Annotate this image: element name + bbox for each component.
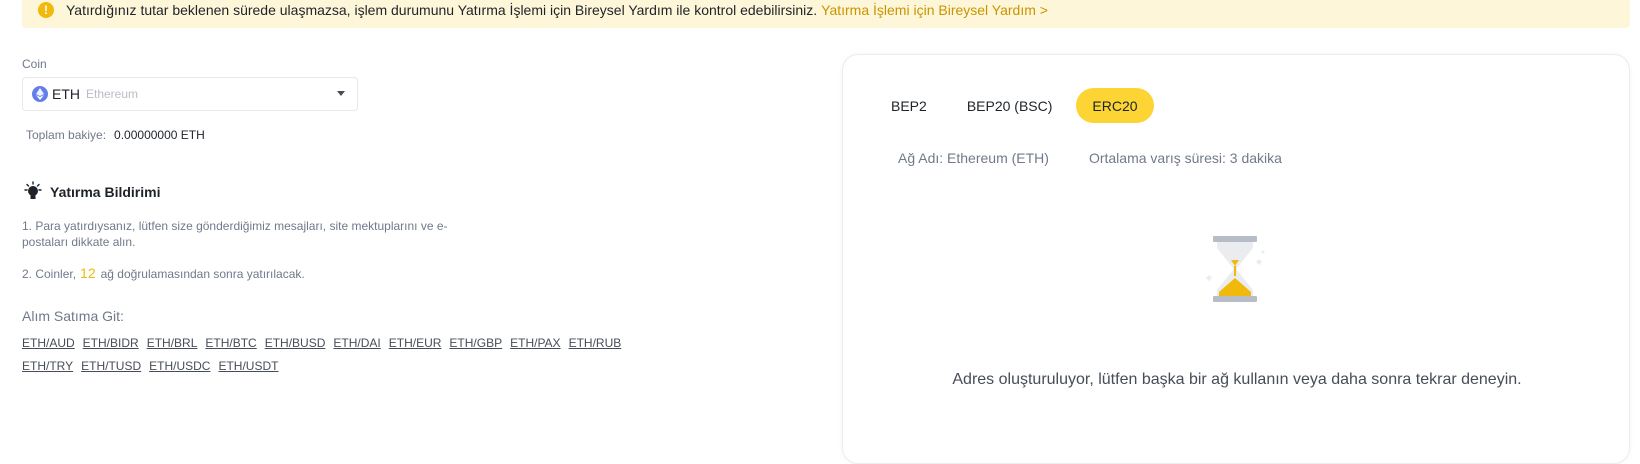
tab-bep2[interactable]: BEP2 xyxy=(875,88,943,123)
deposit-notice-heading: Yatırma Bildirimi xyxy=(22,181,160,203)
trade-pair-link[interactable]: ETH/TRY xyxy=(22,359,73,374)
coin-label: Coin xyxy=(22,57,47,71)
lightbulb-icon xyxy=(24,181,42,199)
tab-bep20-bsc[interactable]: BEP20 (BSC) xyxy=(951,88,1069,123)
warning-icon: ! xyxy=(38,2,54,18)
coin-name: Ethereum xyxy=(86,87,139,101)
trade-pair-links: ETH/AUD ETH/BIDR ETH/BRL ETH/BTC ETH/BUS… xyxy=(22,336,662,374)
network-name: Ağ Adı: Ethereum (ETH) xyxy=(898,150,1049,166)
trade-pair-link[interactable]: ETH/PAX xyxy=(510,336,560,351)
notice-item-2: 2. Coinler, 12 ağ doğrulamasından sonra … xyxy=(22,265,305,281)
trade-pair-link[interactable]: ETH/AUD xyxy=(22,336,75,351)
trade-pair-link[interactable]: ETH/USDC xyxy=(149,359,210,374)
trade-pair-link[interactable]: ETH/BUSD xyxy=(265,336,326,351)
banner-text: Yatırdığınız tutar beklenen sürede ulaşm… xyxy=(66,2,818,18)
notice-item-2-suffix: ağ doğrulamasından sonra yatırılacak. xyxy=(100,267,305,281)
network-tabs: BEP2 BEP20 (BSC) ERC20 xyxy=(875,88,1154,123)
trade-pair-link[interactable]: ETH/RUB xyxy=(569,336,622,351)
trade-pair-link[interactable]: ETH/BRL xyxy=(147,336,198,351)
trade-pair-link[interactable]: ETH/GBP xyxy=(449,336,502,351)
notice-item-1: 1. Para yatırdıysanız, lütfen size gönde… xyxy=(22,219,448,249)
confirmation-count: 12 xyxy=(80,265,96,281)
network-info: Ağ Adı: Ethereum (ETH) Ortalama varış sü… xyxy=(898,150,1282,166)
tab-erc20[interactable]: ERC20 xyxy=(1076,88,1154,123)
coin-select[interactable]: ETH Ethereum xyxy=(22,77,358,111)
ethereum-icon xyxy=(32,86,48,102)
deposit-warning-banner: ! Yatırdığınız tutar beklenen sürede ula… xyxy=(22,0,1630,28)
go-to-trade-label: Alım Satıma Git: xyxy=(22,308,124,324)
deposit-address-panel: BEP2 BEP20 (BSC) ERC20 Ağ Adı: Ethereum … xyxy=(842,54,1630,464)
coin-symbol: ETH xyxy=(52,86,80,102)
average-arrival-time: Ortalama varış süresi: 3 dakika xyxy=(1088,150,1282,166)
trade-pair-link[interactable]: ETH/BIDR xyxy=(83,336,139,351)
trade-pair-link[interactable]: ETH/USDT xyxy=(218,359,278,374)
balance-value: 0.00000000 ETH xyxy=(114,128,205,142)
hourglass-icon xyxy=(1206,236,1265,302)
individual-help-link[interactable]: Yatırma İşlemi için Bireysel Yardım > xyxy=(821,2,1048,18)
notice-item-2-prefix: 2. Coinler, xyxy=(22,267,77,281)
trade-pair-link[interactable]: ETH/BTC xyxy=(205,336,256,351)
address-generation-message: Adres oluşturuluyor, lütfen başka bir ağ… xyxy=(952,371,1522,388)
trade-pair-link[interactable]: ETH/DAI xyxy=(333,336,380,351)
trade-pair-link[interactable]: ETH/TUSD xyxy=(81,359,141,374)
notice-title: Yatırma Bildirimi xyxy=(50,184,161,200)
total-balance: Toplam bakiye: 0.00000000 ETH xyxy=(26,128,205,142)
chevron-down-icon xyxy=(337,91,345,96)
balance-label: Toplam bakiye: xyxy=(26,128,107,142)
trade-pair-link[interactable]: ETH/EUR xyxy=(389,336,442,351)
